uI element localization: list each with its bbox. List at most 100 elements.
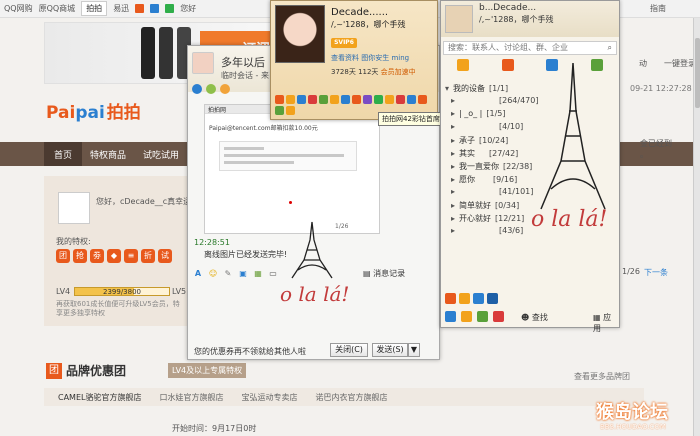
screen-icon[interactable]: ▭ — [268, 269, 278, 279]
contact-group[interactable]: ▸ | _o_ | [1/5] — [451, 109, 506, 118]
find-button[interactable]: ☻ 查找 — [521, 312, 548, 323]
diamond-icon[interactable]: ◆ — [107, 249, 121, 263]
right-link[interactable]: 动 — [639, 58, 647, 69]
service-icon[interactable] — [286, 95, 295, 104]
one-click-login-link[interactable]: 一键登录 — [664, 58, 696, 69]
service-icon[interactable] — [297, 95, 306, 104]
service-icon[interactable] — [396, 95, 405, 104]
service-icon[interactable] — [275, 106, 284, 115]
service-icon[interactable] — [352, 95, 361, 104]
emoji-icon[interactable]: ☺ — [208, 269, 218, 279]
group-buy-icon[interactable]: 团 — [56, 249, 70, 263]
contact-group[interactable]: ▸ 承子 [10/24] — [451, 135, 508, 146]
guide-link[interactable]: 指南 — [650, 3, 666, 14]
contact-group[interactable]: ▸ 开心就好 [12/21] — [451, 213, 524, 224]
service-icon[interactable] — [330, 95, 339, 104]
service-icon[interactable] — [308, 95, 317, 104]
profile-popup: Decade...... /,~'1288，哪个手残 SVIP6 查看资料 图你… — [270, 0, 438, 120]
contact-group[interactable]: ▸ 愿你 [9/16] — [451, 174, 517, 185]
scrollbar-thumb[interactable] — [695, 38, 700, 108]
video-icon[interactable] — [206, 84, 216, 94]
app-icon[interactable] — [473, 293, 484, 304]
menu-icon[interactable] — [445, 311, 456, 322]
font-icon[interactable]: A — [193, 269, 203, 279]
coupon-icon[interactable]: 劵 — [90, 249, 104, 263]
wechat-icon[interactable] — [165, 4, 175, 13]
qq-shopping-link[interactable]: QQ网购 — [4, 3, 33, 14]
brand-tab[interactable]: 诺巴内衣官方旗舰店 — [315, 392, 387, 403]
picture-icon[interactable]: ▦ — [253, 269, 263, 279]
app-icon[interactable] — [459, 293, 470, 304]
more-brands-link[interactable]: 查看更多品牌团 — [574, 371, 630, 382]
weibo-icon[interactable] — [135, 4, 145, 13]
profile-link[interactable]: 图你安生 — [361, 54, 389, 62]
qq-avatar[interactable] — [445, 5, 473, 33]
image-icon[interactable]: ▣ — [238, 269, 248, 279]
close-button[interactable]: 关闭(C) — [330, 343, 368, 357]
brand-tab[interactable]: 宝弘运动专卖店 — [241, 392, 297, 403]
page-scrollbar[interactable] — [693, 18, 700, 436]
tab-groups[interactable] — [501, 59, 514, 71]
contact-group[interactable]: ▸ [43/6] — [451, 226, 523, 235]
contact-group[interactable]: ▸ [4/10] — [451, 122, 523, 131]
contact-group[interactable]: ▸ 简单就好 [0/34] — [451, 200, 519, 211]
tab-yixun[interactable]: 易迅 — [113, 3, 129, 14]
paipai-logo[interactable]: Paipai 拍拍 — [46, 98, 141, 123]
file-icon[interactable] — [220, 84, 230, 94]
contact-group[interactable]: ▸ [41/101] — [451, 187, 533, 196]
settings-icon[interactable] — [461, 311, 472, 322]
search-icon[interactable]: ⌕ — [608, 42, 612, 54]
nav-special[interactable]: 特权商品 — [90, 148, 126, 161]
history-button[interactable]: ▤ 消息记录 — [363, 268, 405, 279]
level-next: LV5 — [172, 287, 187, 296]
service-icon[interactable] — [341, 95, 350, 104]
qq-mall-link[interactable]: 原QQ商城 — [39, 3, 76, 14]
discount-icon[interactable]: 折 — [141, 249, 155, 263]
nav-trial[interactable]: 试吃试用 — [143, 148, 179, 161]
send-button[interactable]: 发送(S) — [372, 343, 408, 357]
qq-name: b...Decade... — [479, 3, 537, 13]
tooltip: 拍拍网42彩钻首席 — [378, 112, 444, 126]
voice-icon[interactable] — [192, 84, 202, 94]
screenshot-line: Paipai@tencent.com邮箱扣款10.00元 — [209, 125, 318, 132]
shared-screenshot[interactable]: 拍拍网 Paipai@tencent.com邮箱扣款10.00元 1/26 — [204, 104, 380, 234]
app-icon[interactable] — [487, 293, 498, 304]
qzone-icon[interactable] — [150, 4, 160, 13]
brand-tab[interactable]: 口水娃官方旗舰店 — [159, 392, 223, 403]
profile-link[interactable]: ming — [391, 54, 409, 62]
file-assistant-icon[interactable] — [493, 311, 504, 322]
contact-group[interactable]: ▸ 其实 [27/42] — [451, 148, 518, 159]
message-manager-icon[interactable] — [477, 311, 488, 322]
service-icon[interactable] — [363, 95, 372, 104]
service-icon[interactable] — [418, 95, 427, 104]
service-icon[interactable] — [319, 95, 328, 104]
contact-group[interactable]: ▸ 我一直爱你 [22/38] — [451, 161, 532, 172]
view-profile-link[interactable]: 查看资料 — [331, 54, 359, 62]
service-icon[interactable] — [275, 95, 284, 104]
coupon-ad[interactable]: 您的优惠券再不领就给其他人啦 — [194, 346, 306, 357]
qq-signature[interactable]: /,~'1288，哪个手残 — [479, 14, 554, 25]
service-icon[interactable] — [385, 95, 394, 104]
app-icon[interactable] — [445, 293, 456, 304]
flash-sale-icon[interactable]: 抢 — [73, 249, 87, 263]
tab-paipai[interactable]: 拍拍 — [81, 1, 108, 16]
contact-group[interactable]: ▸ [264/470] — [451, 96, 538, 105]
brand-tab[interactable]: CAMEL骆驼官方旗舰店 — [58, 392, 141, 403]
service-icon[interactable] — [407, 95, 416, 104]
trial-icon[interactable]: 试 — [158, 249, 172, 263]
contact-group[interactable]: ▾ 我的设备 [1/1] — [445, 83, 508, 94]
app-manager-button[interactable]: ▦ 应用 — [593, 312, 619, 334]
edit-icon[interactable]: ✎ — [223, 269, 233, 279]
profile-links: 查看资料 图你安生 ming — [331, 53, 409, 63]
service-icon[interactable] — [374, 95, 383, 104]
service-icon[interactable] — [286, 106, 295, 115]
next-page-link[interactable]: 下一条 — [644, 267, 668, 278]
profile-stats: 3728天 112天 会员加速中 — [331, 67, 416, 77]
contact-avatar[interactable] — [192, 52, 214, 74]
list-icon[interactable]: ≡ — [124, 249, 138, 263]
nav-home[interactable]: 首页 — [44, 142, 82, 166]
contact-search-input[interactable]: 搜索：联系人、讨论组、群、企业 ⌕ — [443, 41, 617, 55]
send-options-button[interactable]: ▼ — [408, 343, 420, 357]
tab-contacts[interactable] — [457, 59, 470, 71]
avatar[interactable] — [58, 192, 90, 224]
